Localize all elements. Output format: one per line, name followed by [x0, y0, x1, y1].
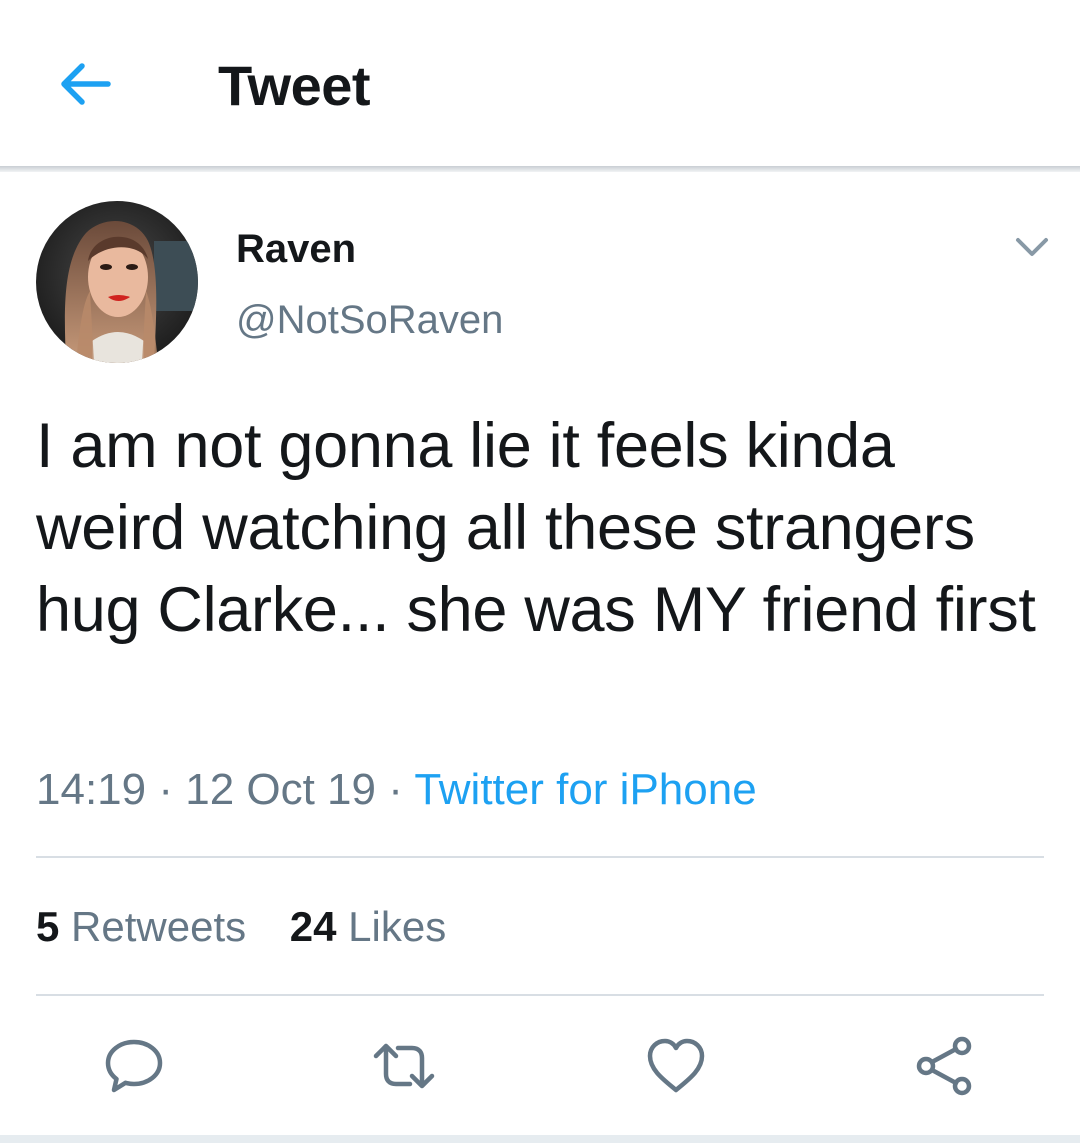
page-title: Tweet [218, 54, 371, 117]
share-button[interactable] [912, 1034, 976, 1098]
meta-separator: · [146, 765, 186, 814]
top-app-bar: Tweet [0, 0, 1080, 168]
bottom-divider [0, 1135, 1080, 1143]
tweet-meta: 14:19 · 12 Oct 19 · Twitter for iPhone [36, 764, 757, 816]
chevron-down-icon [1016, 238, 1048, 256]
divider [36, 994, 1044, 996]
like-button[interactable] [644, 1034, 708, 1098]
like-heart-icon [647, 1038, 705, 1093]
header-divider [0, 166, 1080, 172]
tweet-text: I am not gonna lie it feels kinda weird … [36, 411, 1036, 645]
meta-separator: · [376, 765, 415, 814]
tweet-menu-button[interactable] [1010, 230, 1054, 264]
share-icon [916, 1036, 972, 1096]
author-handle[interactable]: @NotSoRaven [236, 297, 503, 343]
tweet-date: 12 Oct 19 [185, 765, 376, 814]
likes-count: 24 [289, 903, 337, 950]
divider [36, 856, 1044, 858]
back-button[interactable] [52, 56, 116, 112]
retweet-button[interactable] [372, 1034, 436, 1098]
arrow-left-icon [61, 63, 111, 105]
author-display-name[interactable]: Raven [236, 226, 356, 272]
retweets-label: Retweets [71, 903, 247, 950]
likes-label: Likes [348, 903, 447, 950]
likes-stat[interactable]: 24 Likes [290, 902, 446, 952]
tweet-stats: 5 Retweets 24 Likes [36, 902, 446, 952]
profile-photo [36, 201, 198, 363]
retweets-count: 5 [36, 903, 60, 950]
retweet-icon [373, 1043, 435, 1089]
retweets-stat[interactable]: 5 Retweets [36, 902, 246, 952]
reply-button[interactable] [102, 1034, 166, 1098]
tweet-time: 14:19 [36, 765, 147, 814]
reply-icon [105, 1039, 163, 1093]
avatar[interactable] [36, 201, 198, 363]
tweet-source-link[interactable]: Twitter for iPhone [414, 765, 756, 814]
